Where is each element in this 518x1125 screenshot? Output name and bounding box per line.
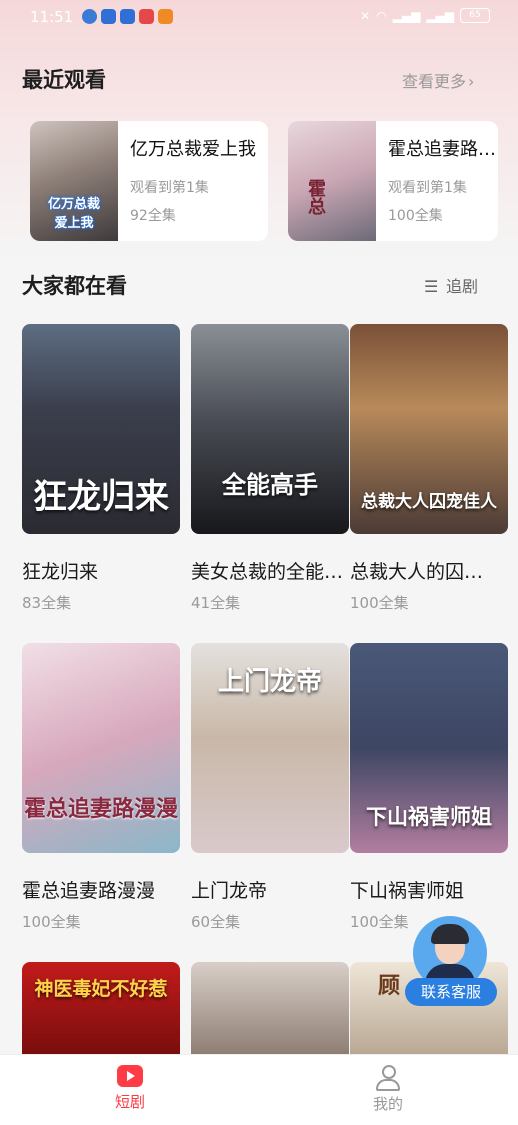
user-icon xyxy=(375,1065,401,1091)
drama-episodes: 100全集 xyxy=(350,913,409,931)
see-more-link[interactable]: 查看更多 › xyxy=(402,68,474,92)
mute-icon: ✕ xyxy=(360,8,371,23)
follow-button[interactable]: ☰ 追剧 xyxy=(424,273,478,297)
drama-poster[interactable]: 上门龙帝 xyxy=(191,643,349,853)
notification-app-icon xyxy=(82,9,97,24)
bottom-tab-bar: 短剧 我的 xyxy=(0,1054,518,1125)
notification-app-icon xyxy=(158,9,173,24)
notification-app-icon xyxy=(101,9,116,24)
popular-section-title: 大家都在看 xyxy=(22,274,127,298)
chevron-right-icon: › xyxy=(468,72,475,91)
recent-section-title: 最近观看 xyxy=(22,68,106,92)
customer-service-button[interactable]: 联系客服 xyxy=(405,916,497,1008)
play-tv-icon xyxy=(117,1065,143,1087)
tab-mine-label: 我的 xyxy=(372,1095,403,1113)
drama-title[interactable]: 美女总裁的全能高手 xyxy=(191,557,349,584)
drama-poster[interactable]: 下山祸害师姐 xyxy=(350,643,508,853)
drama-episodes: 100全集 xyxy=(350,594,409,612)
drama-title[interactable]: 总裁大人的囚宠佳人 xyxy=(350,557,500,584)
recent-progress: 观看到第1集 xyxy=(130,180,209,196)
drama-episodes: 41全集 xyxy=(191,594,241,612)
poster-title-art: 全能高手 xyxy=(222,471,318,499)
poster-title-art: 霍总追妻路漫漫 xyxy=(23,797,178,822)
follow-label: 追剧 xyxy=(446,277,479,296)
recent-thumbnail: 亿万总裁 爱上我 xyxy=(30,121,118,241)
drama-episodes: 60全集 xyxy=(191,913,241,931)
recent-title: 亿万总裁爱上我 xyxy=(130,139,256,160)
drama-episodes: 83全集 xyxy=(22,594,72,612)
drama-title[interactable]: 下山祸害师姐 xyxy=(350,876,500,903)
tab-mine[interactable]: 我的 xyxy=(348,1065,428,1114)
recent-card[interactable]: 亿万总裁 爱上我 亿万总裁爱上我 观看到第1集 92全集 xyxy=(30,121,268,241)
notification-app-icon xyxy=(120,9,135,24)
drama-poster[interactable] xyxy=(191,962,349,1054)
tab-short-drama[interactable]: 短剧 xyxy=(90,1065,170,1112)
drama-poster[interactable]: 总裁大人囚宠佳人 xyxy=(350,324,508,534)
poster-title-art: 狂龙归来 xyxy=(33,477,169,517)
recent-card[interactable]: 霍总 霍总追妻路漫漫 观看到第1集 100全集 xyxy=(288,121,498,241)
drama-poster[interactable]: 神医毒妃不好惹 xyxy=(22,962,180,1054)
battery-icon: 65 xyxy=(460,8,490,23)
drama-title[interactable]: 狂龙归来 xyxy=(22,557,180,584)
poster-title-art: 总裁大人囚宠佳人 xyxy=(361,492,497,512)
list-icon: ☰ xyxy=(424,277,439,296)
recent-episodes: 100全集 xyxy=(388,208,443,224)
drama-poster[interactable]: 全能高手 xyxy=(191,324,349,534)
status-notification-icons xyxy=(82,9,173,24)
customer-service-label: 联系客服 xyxy=(405,978,497,1006)
drama-poster[interactable]: 霍总追妻路漫漫 xyxy=(22,643,180,853)
recent-title: 霍总追妻路漫漫 xyxy=(388,139,496,160)
signal-icon: ▂▄▆ xyxy=(426,8,454,23)
recent-progress: 观看到第1集 xyxy=(388,180,467,196)
poster-title-art: 神医毒妃不好惹 xyxy=(34,978,168,1000)
status-bar: 11:51 ✕ ◠ ▂▄▆ ▂▄▆ 65 xyxy=(0,0,518,36)
status-system-icons: ✕ ◠ ▂▄▆ ▂▄▆ 65 xyxy=(360,8,490,23)
drama-title[interactable]: 上门龙帝 xyxy=(191,876,349,903)
status-time: 11:51 xyxy=(30,8,74,26)
drama-episodes: 100全集 xyxy=(22,913,81,931)
see-more-label: 查看更多 xyxy=(402,72,467,91)
notification-app-icon xyxy=(139,9,154,24)
poster-title-art: 上门龙帝 xyxy=(217,667,322,697)
wifi-icon: ◠ xyxy=(376,8,387,23)
tab-short-drama-label: 短剧 xyxy=(114,1093,145,1111)
recent-episodes: 92全集 xyxy=(130,208,176,224)
recent-thumbnail: 霍总 xyxy=(288,121,376,241)
signal-icon: ▂▄▆ xyxy=(392,8,421,23)
drama-poster[interactable]: 狂龙归来 xyxy=(22,324,180,534)
drama-title[interactable]: 霍总追妻路漫漫 xyxy=(22,876,180,903)
poster-title-art: 下山祸害师姐 xyxy=(366,805,492,829)
